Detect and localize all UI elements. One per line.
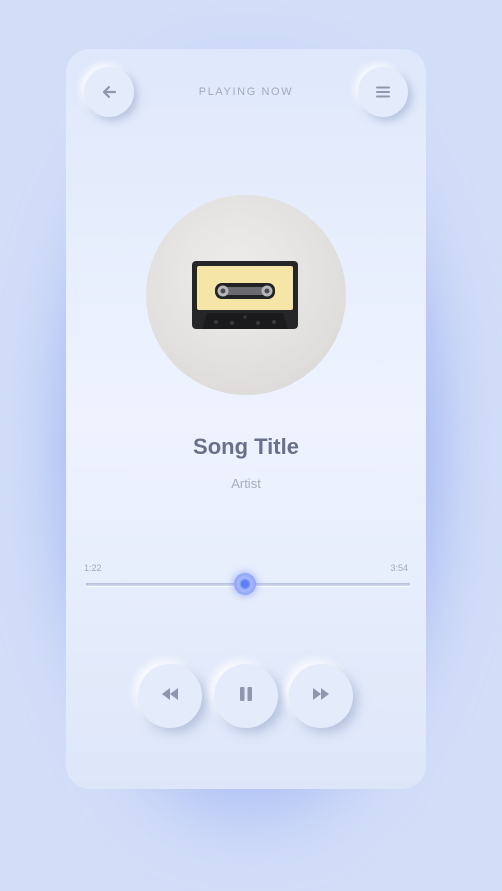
menu-icon <box>375 84 391 100</box>
artist-name: Artist <box>231 476 261 491</box>
cassette-tape-icon <box>192 261 298 329</box>
rewind-icon <box>160 687 180 706</box>
progress-knob[interactable] <box>233 573 256 595</box>
song-title: Song Title <box>193 434 299 459</box>
rewind-button[interactable] <box>138 664 202 728</box>
fast-forward-button[interactable] <box>289 664 353 728</box>
album-artwork <box>146 195 346 395</box>
progress-bar[interactable] <box>86 573 410 595</box>
menu-button[interactable] <box>358 67 408 117</box>
total-time: 3:54 <box>390 563 408 573</box>
fast-forward-icon <box>311 687 331 706</box>
player-card: PLAYING NOW Song Title Artist 1:22 3:54 <box>66 49 426 789</box>
pause-icon <box>239 686 253 707</box>
pause-button[interactable] <box>214 664 278 728</box>
elapsed-time: 1:22 <box>84 563 102 573</box>
